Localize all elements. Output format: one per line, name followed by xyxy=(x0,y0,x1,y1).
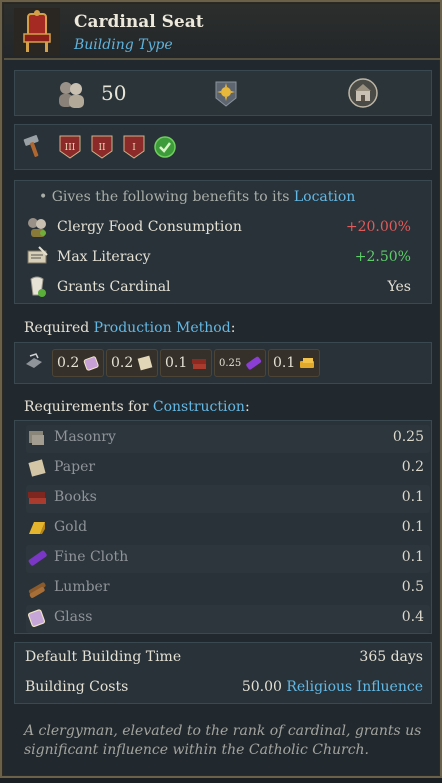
religion-icon[interactable] xyxy=(214,80,238,108)
benefit-label: Grants Cardinal xyxy=(57,279,171,295)
books-icon xyxy=(28,492,46,504)
benefits-intro: • Gives the following benefits to its Lo… xyxy=(39,189,356,205)
building-badge-icon[interactable] xyxy=(348,78,378,108)
lumber-icon xyxy=(28,582,46,598)
location-link[interactable]: Location xyxy=(294,189,355,205)
construction-title: Requirements for Construction: xyxy=(24,399,250,415)
benefit-label: Max Literacy xyxy=(57,249,151,265)
fine-cloth-icon xyxy=(246,356,262,370)
production-method-title: Required Production Method: xyxy=(24,320,236,336)
pm-chip-gold[interactable]: 0.1 xyxy=(268,349,320,377)
population-icon xyxy=(59,82,84,108)
throne-icon xyxy=(14,8,60,56)
pm-chip-glass[interactable]: 0.2 xyxy=(52,349,104,377)
books-icon xyxy=(192,359,206,369)
check-icon xyxy=(154,136,176,158)
svg-text:I: I xyxy=(132,143,136,153)
list-item: Paper 0.2 xyxy=(26,455,430,483)
list-item: Books 0.1 xyxy=(26,485,430,513)
glass-icon xyxy=(83,356,99,371)
cardinal-icon xyxy=(30,276,46,297)
benefit-value: +20.00% xyxy=(345,219,411,235)
food-icon xyxy=(28,218,46,237)
fine-cloth-icon xyxy=(28,550,47,566)
religious-influence-link[interactable]: Religious Influence xyxy=(286,679,423,695)
pm-chip-paper[interactable]: 0.2 xyxy=(106,349,158,377)
building-title: Cardinal Seat xyxy=(74,12,204,32)
building-time-label: Default Building Time xyxy=(25,649,182,665)
tooltip-header: Cardinal Seat Building Type xyxy=(4,4,440,60)
literacy-icon xyxy=(27,246,48,264)
building-costs-label: Building Costs xyxy=(25,679,129,695)
flavor-text: A clergyman, elevated to the rank of car… xyxy=(24,723,422,758)
benefit-value: Yes xyxy=(387,279,412,295)
gold-icon xyxy=(29,522,45,534)
benefit-value: +2.50% xyxy=(354,249,411,265)
gold-icon xyxy=(300,358,314,368)
list-item: Glass 0.4 xyxy=(26,605,430,633)
hammer-icon xyxy=(23,135,39,157)
construction-link[interactable]: Construction xyxy=(153,399,245,415)
paper-icon xyxy=(137,355,153,371)
tier-i-badge[interactable]: I xyxy=(123,135,145,159)
production-method-link[interactable]: Production Method xyxy=(94,320,231,336)
list-item: Lumber 0.5 xyxy=(26,575,430,603)
building-tooltip: Cardinal Seat Building Type 50 III II I … xyxy=(0,0,442,778)
summary-panel: Default Building Time 365 days Building … xyxy=(14,642,432,704)
benefits-panel: • Gives the following benefits to its Lo… xyxy=(14,180,432,304)
masonry-icon xyxy=(29,431,44,445)
building-time-value: 365 days xyxy=(359,649,423,665)
glass-icon xyxy=(27,609,46,628)
population-value: 50 xyxy=(101,81,127,105)
paper-icon xyxy=(28,459,46,477)
svg-text:III: III xyxy=(65,143,76,153)
tier-iii-badge[interactable]: III xyxy=(59,135,81,159)
building-type-link[interactable]: Building Type xyxy=(74,37,173,53)
svg-text:II: II xyxy=(98,143,106,153)
list-item: Fine Cloth 0.1 xyxy=(26,545,430,573)
tier-bar: III II I xyxy=(14,124,432,170)
production-icon xyxy=(26,353,42,368)
pm-chip-fine-cloth[interactable]: 0.25 xyxy=(214,349,266,377)
pm-chip-books[interactable]: 0.1 xyxy=(160,349,212,377)
tier-ii-badge[interactable]: II xyxy=(91,135,113,159)
benefit-label: Clergy Food Consumption xyxy=(57,219,242,235)
list-item: Gold 0.1 xyxy=(26,515,430,543)
building-costs-value: 50.00 Religious Influence xyxy=(241,679,423,695)
list-item: Masonry 0.25 xyxy=(26,425,430,453)
